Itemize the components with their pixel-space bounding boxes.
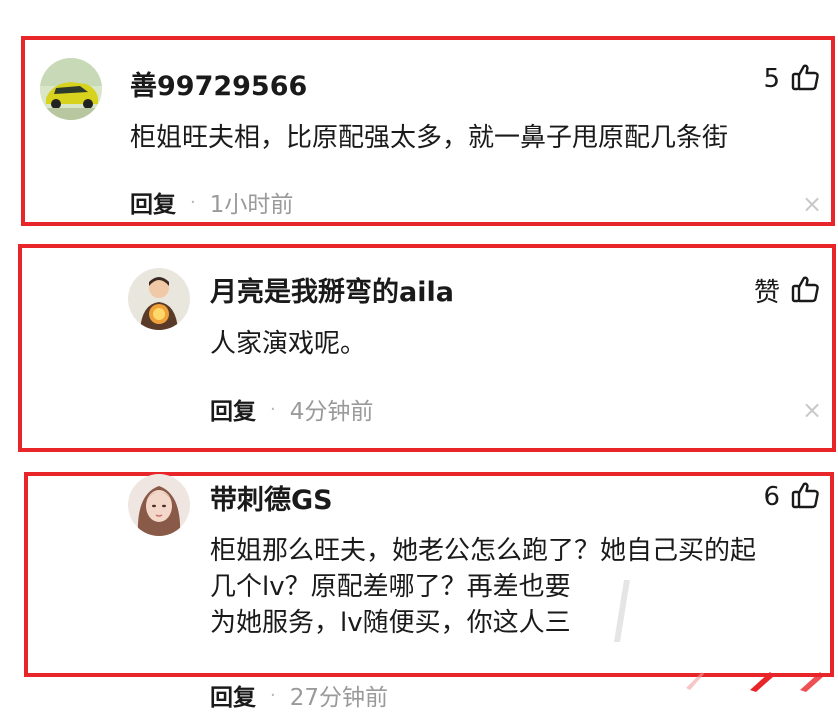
comment-line: 几个lv？原配差哪了？再差也要: [210, 572, 571, 602]
thumbs-up-icon: [790, 480, 820, 514]
occlusion-smudge: [580, 570, 650, 650]
reply-row: 回复 · 27分钟前: [210, 678, 388, 712]
username[interactable]: 带刺德GS: [210, 478, 333, 517]
like-count: 6: [763, 482, 780, 512]
timestamp: 27分钟前: [289, 685, 389, 711]
like-button[interactable]: 6: [763, 480, 820, 514]
red-accent-marks: [680, 668, 838, 694]
comment-line: 柜姐那么旺夫，她老公怎么跑了？她自己买的起: [210, 536, 757, 566]
avatar[interactable]: [128, 474, 190, 536]
separator-dot: ·: [270, 684, 276, 706]
comment-3: 带刺德GS 6 柜姐那么旺夫，她老公怎么跑了？她自己买的起 几个lv？原配差哪了…: [0, 0, 838, 722]
comment-line: 为她服务，lv随便买，你这人三: [210, 608, 571, 638]
reply-button[interactable]: 回复: [210, 678, 256, 712]
comment-text: 柜姐那么旺夫，她老公怎么跑了？她自己买的起 几个lv？原配差哪了？再差也要 为她…: [210, 533, 756, 641]
